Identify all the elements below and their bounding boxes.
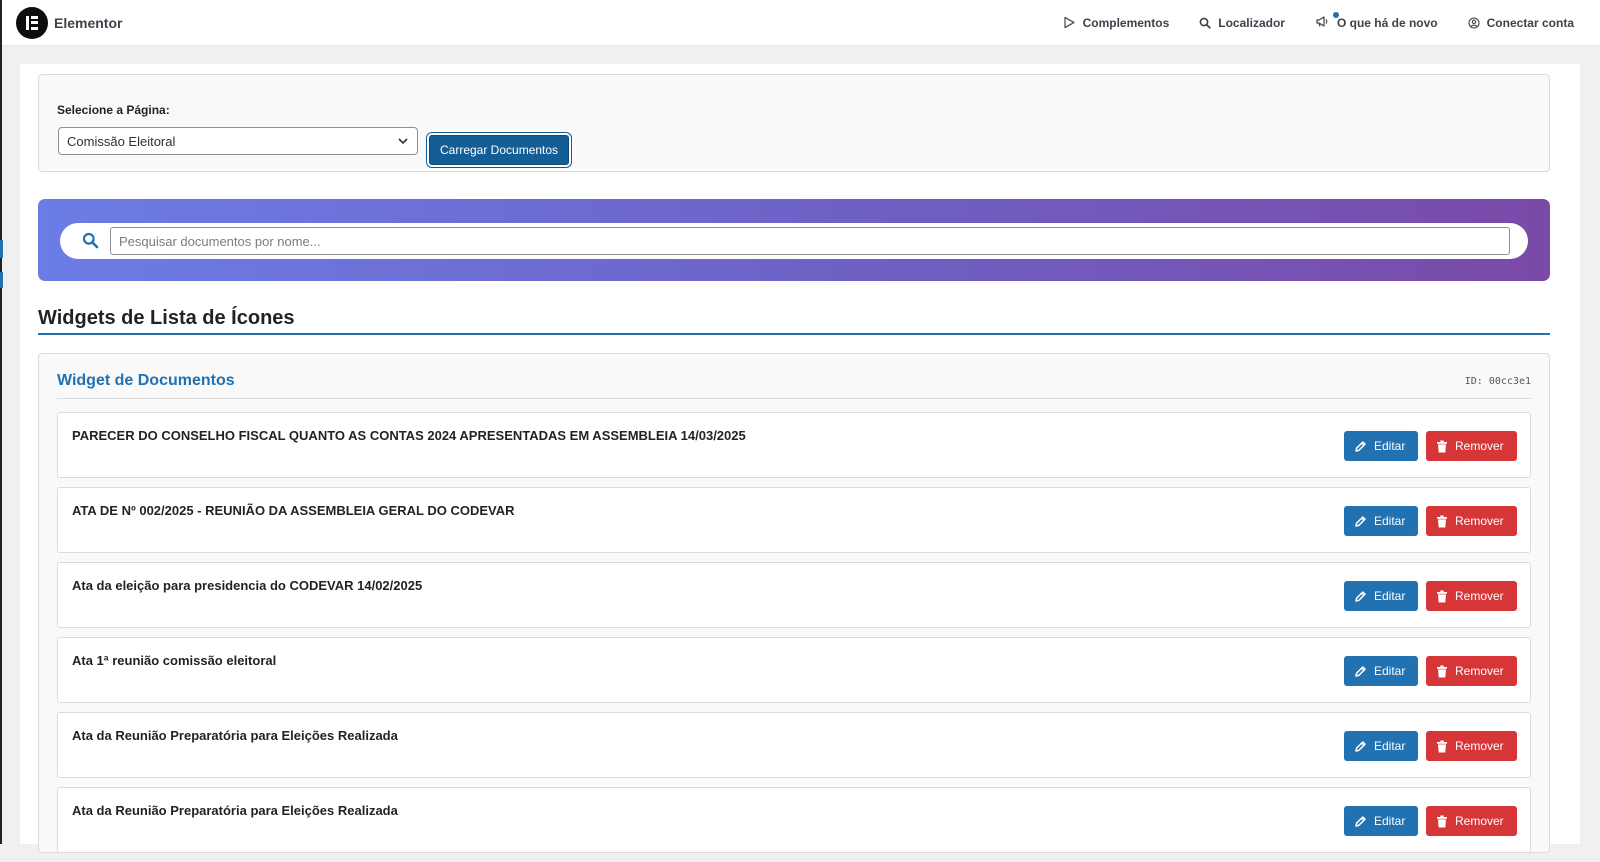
edit-button-label: Editar — [1374, 514, 1406, 528]
document-row: Ata da eleição para presidencia do CODEV… — [57, 562, 1531, 628]
document-title: ATA DE Nº 002/2025 - REUNIÃO DA ASSEMBLE… — [72, 503, 515, 518]
remove-button[interactable]: Remover — [1426, 656, 1517, 686]
trash-icon — [1437, 590, 1447, 602]
pencil-icon — [1355, 440, 1366, 452]
document-list: PARECER DO CONSELHO FISCAL QUANTO AS CON… — [57, 412, 1531, 862]
remove-button[interactable]: Remover — [1426, 581, 1517, 611]
edit-button[interactable]: Editar — [1344, 656, 1418, 686]
nav-whats-new[interactable]: O que há de novo — [1315, 11, 1438, 31]
pencil-icon — [1355, 515, 1366, 527]
edit-button-label: Editar — [1374, 589, 1406, 603]
brand-name: Elementor — [54, 14, 123, 31]
pencil-icon — [1355, 665, 1366, 677]
remove-button[interactable]: Remover — [1426, 806, 1517, 836]
remove-button-label: Remover — [1455, 739, 1504, 753]
document-row: PARECER DO CONSELHO FISCAL QUANTO AS CON… — [57, 412, 1531, 478]
document-title: Ata da Reunião Preparatória para Eleiçõe… — [72, 803, 398, 818]
document-row: ATA DE Nº 002/2025 - REUNIÃO DA ASSEMBLE… — [57, 487, 1531, 553]
pencil-icon — [1355, 590, 1366, 602]
search-bar — [60, 223, 1528, 259]
megaphone-icon — [1315, 11, 1339, 31]
load-documents-button[interactable]: Carregar Documentos — [429, 135, 570, 165]
edit-button[interactable]: Editar — [1344, 731, 1418, 761]
document-title: Ata da eleição para presidencia do CODEV… — [72, 578, 423, 593]
document-title: Ata 1ª reunião comissão eleitoral — [72, 653, 277, 668]
trash-icon — [1437, 665, 1447, 677]
search-input[interactable] — [110, 227, 1510, 255]
section-title: Widgets de Lista de Ícones — [38, 307, 295, 329]
remove-button[interactable]: Remover — [1426, 506, 1517, 536]
document-title: PARECER DO CONSELHO FISCAL QUANTO AS CON… — [72, 428, 746, 443]
section-divider — [38, 333, 1550, 335]
pencil-icon — [1355, 815, 1366, 827]
remove-button-label: Remover — [1455, 814, 1504, 828]
top-nav: Complementos Localizador O que há de nov… — [1033, 11, 1574, 31]
remove-button-label: Remover — [1455, 439, 1504, 453]
brand[interactable]: Elementor — [16, 6, 123, 39]
remove-button-label: Remover — [1455, 664, 1504, 678]
edit-button[interactable]: Editar — [1344, 431, 1418, 461]
document-title: Ata da Reunião Preparatória para Eleiçõe… — [72, 728, 398, 743]
edit-button-label: Editar — [1374, 664, 1406, 678]
search-banner — [38, 199, 1550, 281]
window-edge — [0, 0, 2, 844]
nav-connect-account[interactable]: Conectar conta — [1468, 16, 1574, 30]
search-icon — [1199, 17, 1211, 29]
select-page-label: Selecione a Página: — [57, 103, 170, 117]
edit-button[interactable]: Editar — [1344, 506, 1418, 536]
remove-button[interactable]: Remover — [1426, 731, 1517, 761]
documents-widget: Widget de Documentos ID: 00cc3e1 PARECER… — [38, 353, 1550, 853]
page-select-panel: Selecione a Página: Comissão Eleitoral C… — [38, 74, 1550, 172]
remove-button[interactable]: Remover — [1426, 431, 1517, 461]
app-frame: Elementor Complementos Localizador O que… — [0, 0, 1600, 853]
remove-button-label: Remover — [1455, 514, 1504, 528]
nav-complementos[interactable]: Complementos — [1063, 15, 1170, 30]
nav-label: Conectar conta — [1486, 15, 1574, 30]
widget-title: Widget de Documentos — [57, 372, 235, 389]
nav-label: Complementos — [1082, 15, 1170, 30]
document-row: Ata 1ª reunião comissão eleitoral Editar… — [57, 637, 1531, 703]
page-select-value: Comissão Eleitoral — [67, 133, 176, 149]
nav-localizador[interactable]: Localizador — [1199, 16, 1285, 30]
trash-icon — [1437, 515, 1447, 527]
edit-button[interactable]: Editar — [1344, 581, 1418, 611]
elementor-logo-icon — [16, 6, 48, 39]
trash-icon — [1437, 440, 1447, 452]
search-icon — [82, 232, 99, 249]
main-content: Selecione a Página: Comissão Eleitoral C… — [20, 64, 1580, 853]
trash-icon — [1437, 740, 1447, 752]
top-bar: Elementor Complementos Localizador O que… — [2, 0, 1600, 46]
remove-button-label: Remover — [1455, 589, 1504, 603]
widget-divider — [57, 398, 1531, 399]
chevron-down-icon — [398, 138, 408, 145]
document-row: Ata da Reunião Preparatória para Eleiçõe… — [57, 712, 1531, 778]
edit-button-label: Editar — [1374, 439, 1406, 453]
document-row: Ata da Reunião Preparatória para Eleiçõe… — [57, 787, 1531, 853]
trash-icon — [1437, 815, 1447, 827]
widget-id: ID: 00cc3e1 — [1464, 376, 1531, 387]
user-circle-icon — [1468, 16, 1480, 29]
play-outline-icon — [1063, 16, 1075, 29]
nav-label: Localizador — [1218, 15, 1285, 30]
page-select[interactable]: Comissão Eleitoral — [58, 127, 418, 155]
edit-button-label: Editar — [1374, 814, 1406, 828]
edit-button[interactable]: Editar — [1344, 806, 1418, 836]
nav-label: O que há de novo — [1336, 15, 1438, 30]
admin-menu-indicator-secondary — [0, 272, 3, 288]
edit-button-label: Editar — [1374, 739, 1406, 753]
pencil-icon — [1355, 740, 1366, 752]
admin-menu-indicator — [0, 240, 3, 258]
